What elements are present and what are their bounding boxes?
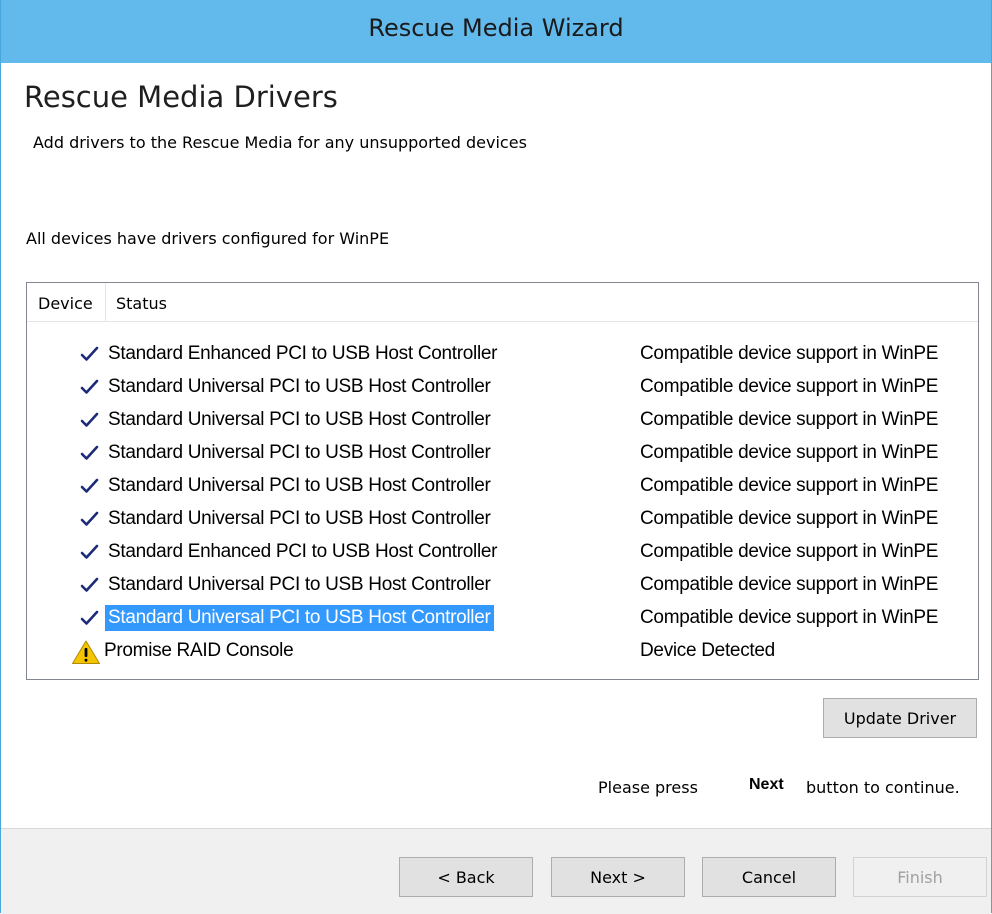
device-status: Device Detected [640,640,775,661]
device-name: Standard Enhanced PCI to USB Host Contro… [108,541,498,562]
device-status: Compatible device support in WinPE [640,343,939,364]
device-row[interactable]: Standard Universal PCI to USB Host Contr… [27,569,978,602]
window-frame-left [0,63,1,913]
device-status: Compatible device support in WinPE [640,574,939,595]
device-row[interactable]: Standard Universal PCI to USB Host Contr… [27,470,978,503]
window-title: Rescue Media Wizard [368,14,624,42]
device-status: Compatible device support in WinPE [640,475,939,496]
device-status: Compatible device support in WinPE [640,508,939,529]
hint-text-after: button to continue. [806,778,960,797]
check-icon [77,408,101,432]
device-name: Standard Universal PCI to USB Host Contr… [108,442,491,463]
hint-text-before: Please press [598,778,698,797]
column-header-device-label: Device [38,294,93,313]
check-icon [77,507,101,531]
column-header-status[interactable]: Status [106,283,956,321]
device-row[interactable]: Standard Universal PCI to USB Host Contr… [27,602,978,635]
check-icon [77,606,101,630]
device-name: Standard Universal PCI to USB Host Contr… [108,376,491,397]
warning-icon [71,639,100,664]
device-status: Compatible device support in WinPE [640,607,939,628]
device-status: Compatible device support in WinPE [640,409,939,430]
page-subtitle: Add drivers to the Rescue Media for any … [33,133,527,152]
device-name: Standard Universal PCI to USB Host Contr… [108,475,491,496]
page-title: Rescue Media Drivers [24,80,338,114]
device-name: Standard Universal PCI to USB Host Contr… [105,605,494,631]
check-icon [77,342,101,366]
wizard-footer: < Back Next > Cancel Finish [1,828,991,914]
check-icon [77,540,101,564]
column-header-device[interactable]: Device [27,283,106,321]
device-status: Compatible device support in WinPE [640,541,939,562]
cancel-button[interactable]: Cancel [702,857,836,897]
check-icon [77,474,101,498]
device-status: Compatible device support in WinPE [640,376,939,397]
device-row[interactable]: Standard Universal PCI to USB Host Contr… [27,371,978,404]
device-row[interactable]: Promise RAID Console Device Detected [27,635,978,668]
device-name: Standard Universal PCI to USB Host Contr… [108,508,491,529]
device-name: Promise RAID Console [104,640,294,661]
check-icon [77,441,101,465]
device-name: Standard Universal PCI to USB Host Contr… [108,574,491,595]
device-list[interactable]: Device Status Standard Enhanced PCI to U… [26,282,979,680]
device-name: Standard Universal PCI to USB Host Contr… [108,409,491,430]
device-row[interactable]: Standard Enhanced PCI to USB Host Contro… [27,536,978,569]
next-button[interactable]: Next > [551,857,685,897]
device-name: Standard Enhanced PCI to USB Host Contro… [108,343,498,364]
back-button[interactable]: < Back [399,857,533,897]
device-row[interactable]: Standard Universal PCI to USB Host Contr… [27,437,978,470]
column-header-status-label: Status [116,294,167,313]
title-bar: Rescue Media Wizard [0,0,992,63]
device-status: Compatible device support in WinPE [640,442,939,463]
check-icon [77,375,101,399]
finish-button[interactable]: Finish [853,857,987,897]
hint-text-next: Next [749,776,784,793]
check-icon [77,573,101,597]
driver-status-message: All devices have drivers configured for … [26,229,390,248]
list-header: Device Status [27,283,978,322]
device-row[interactable]: Standard Universal PCI to USB Host Contr… [27,404,978,437]
update-driver-button[interactable]: Update Driver [823,698,977,738]
device-row[interactable]: Standard Enhanced PCI to USB Host Contro… [27,338,978,371]
device-row[interactable]: Standard Universal PCI to USB Host Contr… [27,503,978,536]
